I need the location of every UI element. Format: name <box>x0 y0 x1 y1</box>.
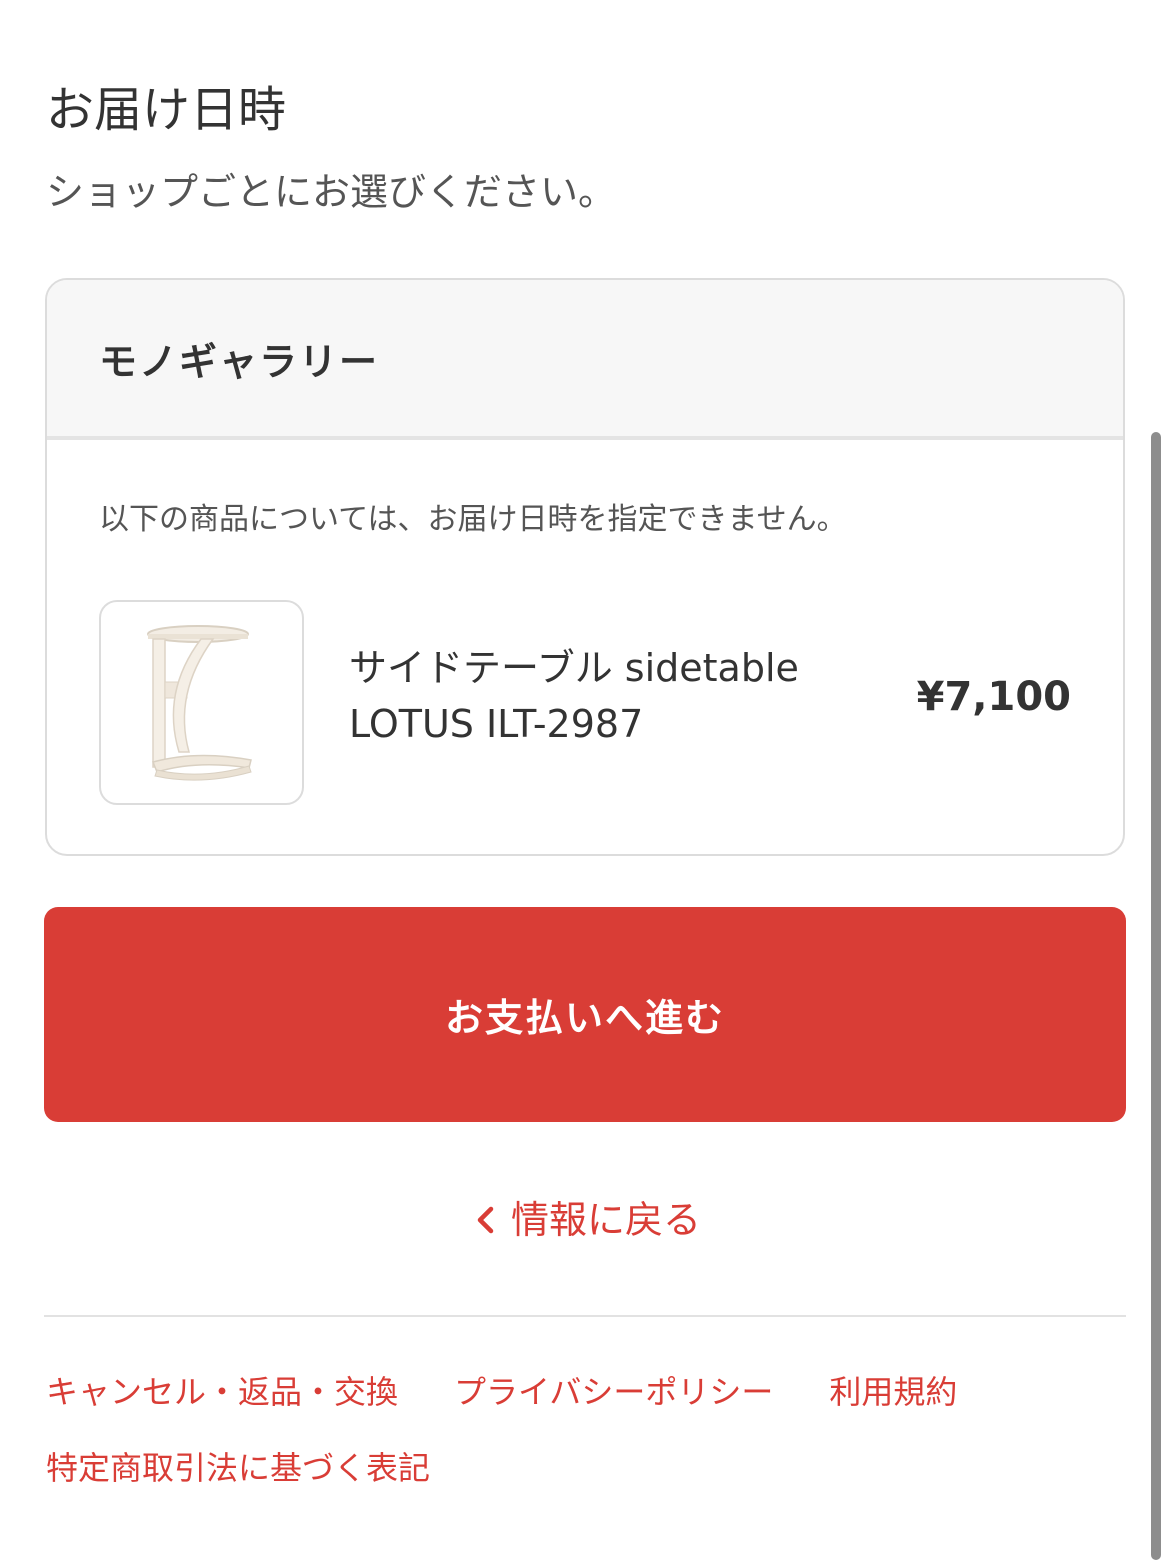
proceed-to-payment-button[interactable]: お支払いへ進む <box>44 907 1126 1122</box>
delivery-date-page: お届け日時 ショップごとにお選びください。 モノギャラリー 以下の商品については… <box>0 0 1170 1560</box>
delivery-notice: 以下の商品については、お届け日時を指定できません。 <box>99 502 847 537</box>
page-title: お届け日時 <box>46 82 287 138</box>
product-name-line1: サイドテーブル sidetable <box>349 646 799 690</box>
back-link-label: 情報に戻る <box>510 1198 701 1242</box>
product-name-line2: LOTUS ILT-2987 <box>349 702 644 746</box>
shop-card: モノギャラリー 以下の商品については、お届け日時を指定できません。 サイドテーブ… <box>45 278 1125 856</box>
shop-name: モノギャラリー <box>99 339 380 384</box>
footer-link-privacy-policy[interactable]: プライバシーポリシー <box>454 1367 773 1413</box>
footer-link-cancel-returns[interactable]: キャンセル・返品・交換 <box>46 1367 398 1413</box>
product-name: サイドテーブル sidetable LOTUS ILT-2987 <box>349 640 869 752</box>
side-table-image-icon <box>147 625 252 781</box>
footer-link-terms[interactable]: 利用規約 <box>829 1367 957 1413</box>
footer-row: キャンセル・返品・交換 プライバシーポリシー 利用規約 <box>46 1362 1126 1418</box>
shop-header: モノギャラリー <box>47 280 1123 440</box>
product-thumbnail <box>99 600 304 805</box>
chevron-left-icon <box>477 1206 494 1234</box>
footer-links: キャンセル・返品・交換 プライバシーポリシー 利用規約 特定商取引法に基づく表記 <box>46 1362 1126 1514</box>
footer-divider <box>44 1315 1126 1317</box>
footer-link-commercial-transactions[interactable]: 特定商取引法に基づく表記 <box>46 1443 430 1489</box>
product-price: ¥7,100 <box>916 674 1071 720</box>
back-to-information-link[interactable]: 情報に戻る <box>0 1190 1170 1250</box>
footer-row: 特定商取引法に基づく表記 <box>46 1438 1126 1494</box>
page-subtitle: ショップごとにお選びください。 <box>46 170 617 214</box>
scrollbar[interactable] <box>1151 432 1161 1560</box>
